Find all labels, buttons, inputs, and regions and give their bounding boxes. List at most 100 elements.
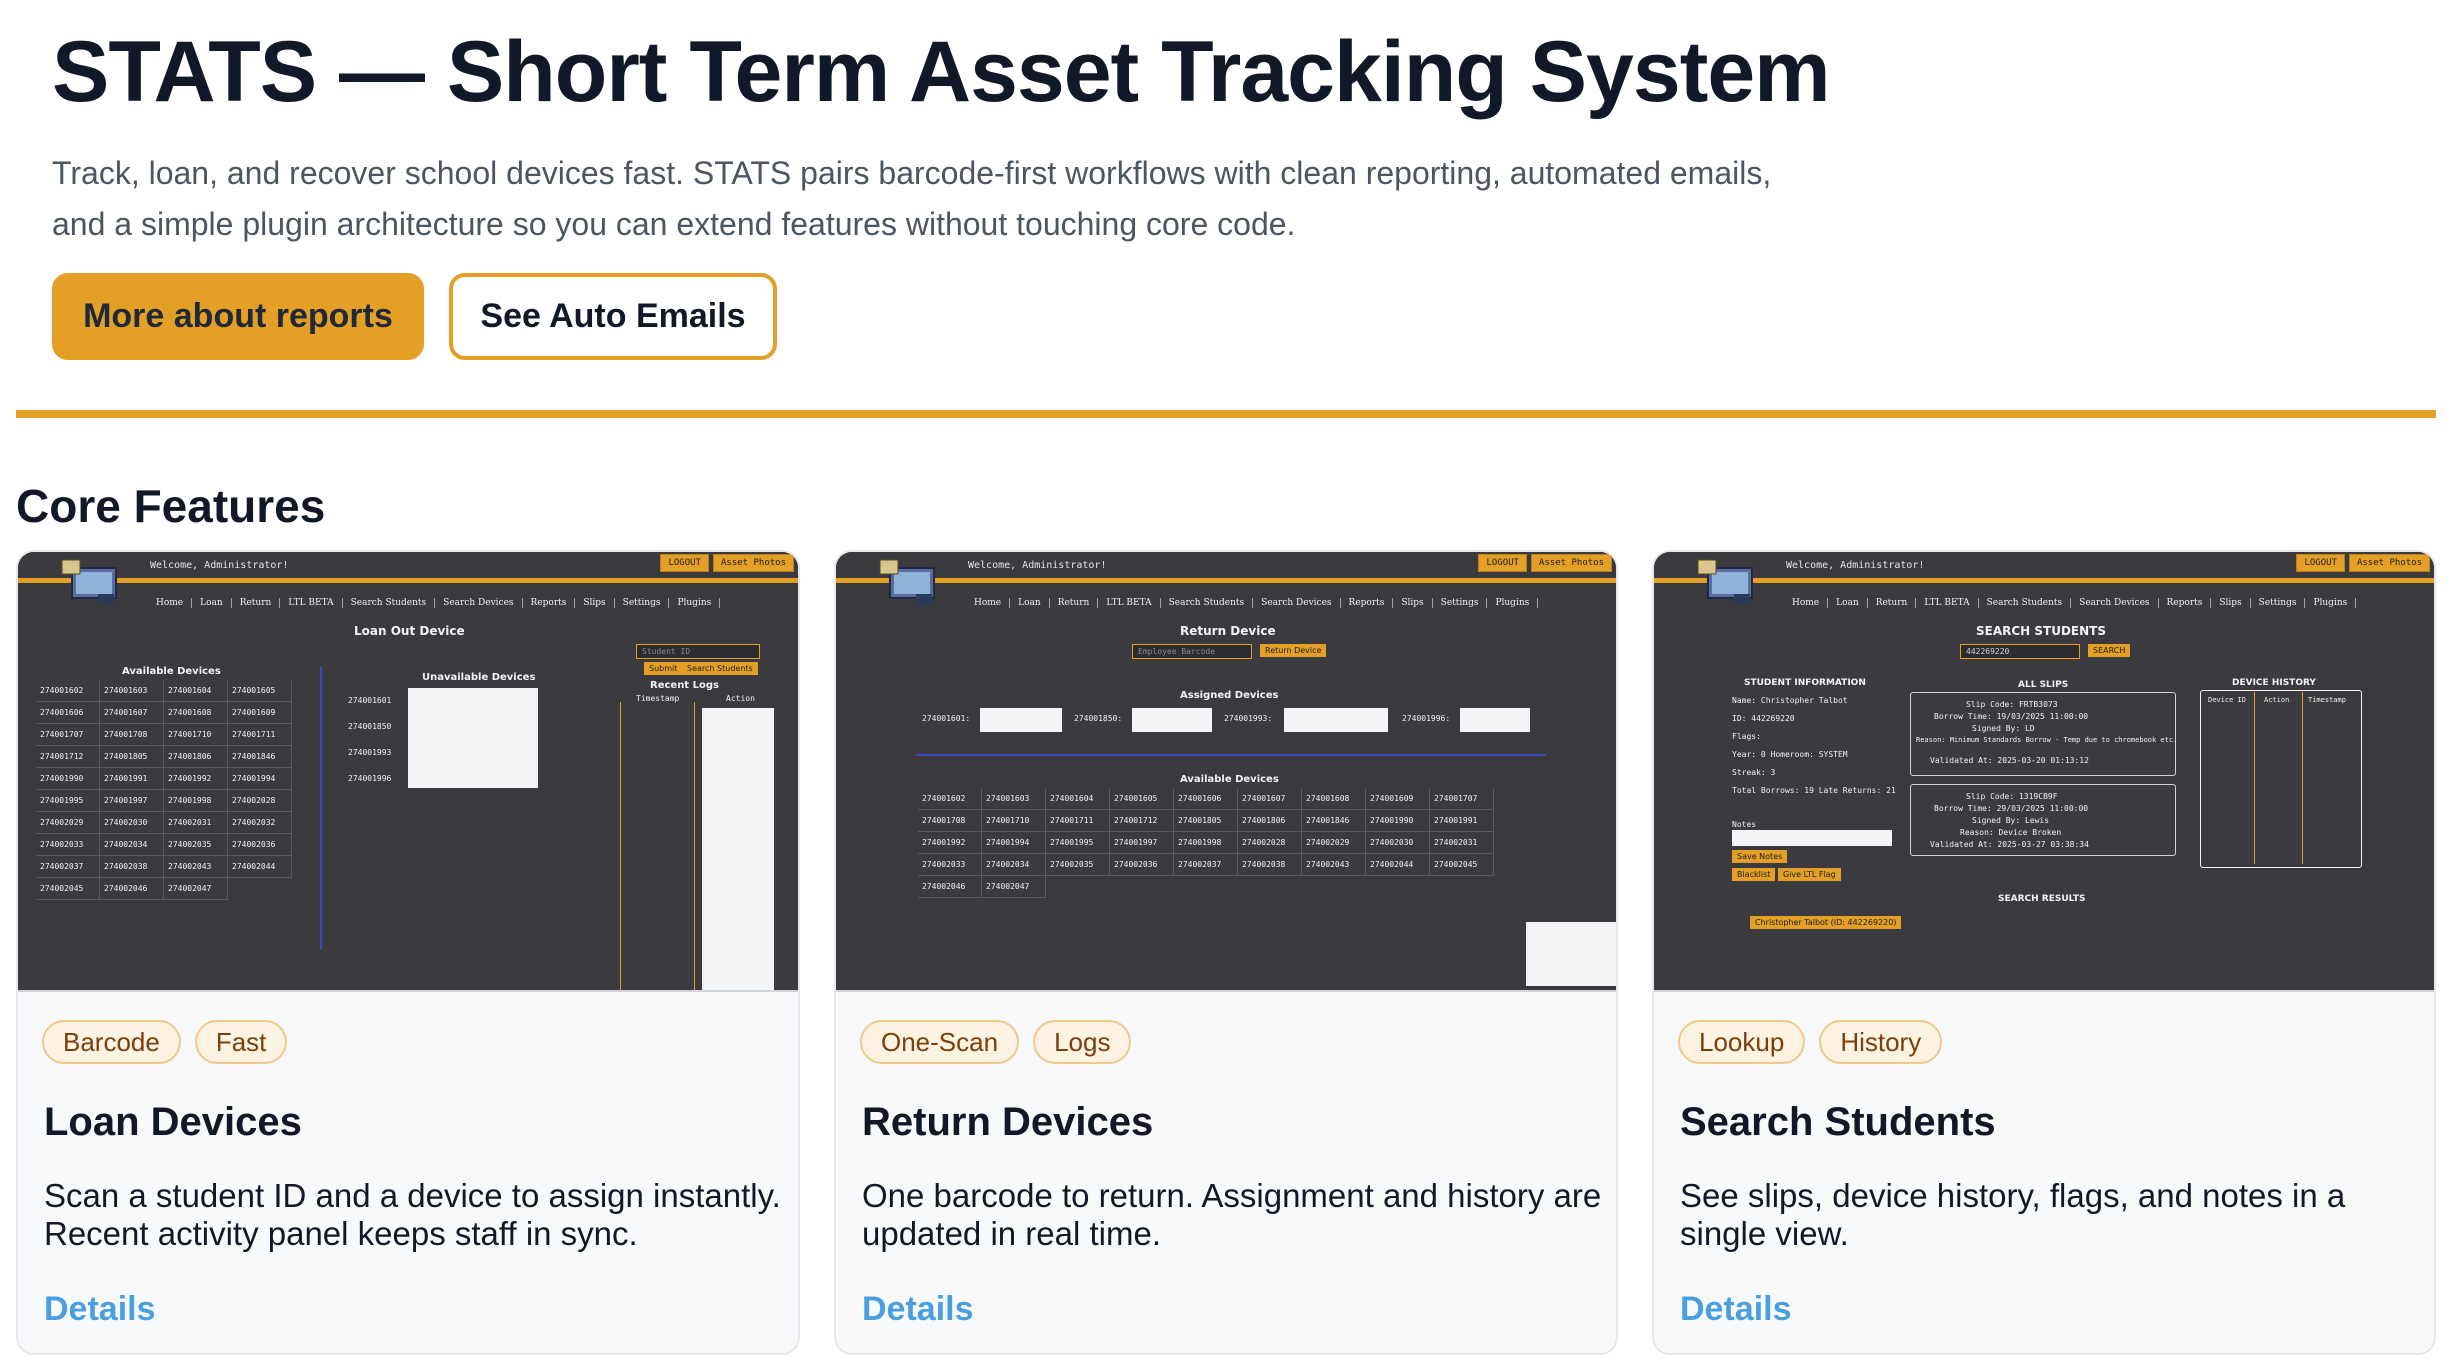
device-cell[interactable]: 274001608 xyxy=(164,702,228,724)
device-cell[interactable]: 274002033 xyxy=(36,834,100,856)
device-cell[interactable]: 274002044 xyxy=(228,856,292,878)
device-cell[interactable]: 274002028 xyxy=(1238,832,1302,854)
device-cell[interactable]: 274001711 xyxy=(228,724,292,746)
device-cell[interactable]: 274002043 xyxy=(164,856,228,878)
device-cell[interactable]: 274002035 xyxy=(1046,854,1110,876)
device-cell[interactable]: 274001994 xyxy=(982,832,1046,854)
nav-item[interactable]: Settings xyxy=(615,598,670,608)
device-cell[interactable]: 274002034 xyxy=(100,834,164,856)
device-cell[interactable]: 274001992 xyxy=(164,768,228,790)
device-cell[interactable]: 274001609 xyxy=(228,702,292,724)
student-id-input[interactable]: Student ID xyxy=(636,644,760,659)
device-cell[interactable]: 274001805 xyxy=(1174,810,1238,832)
nav-item[interactable]: Plugins xyxy=(669,598,721,608)
device-cell[interactable]: 274001708 xyxy=(100,724,164,746)
device-cell[interactable]: 274001602 xyxy=(918,788,982,810)
return-device-button[interactable]: Return Device xyxy=(1260,644,1327,657)
nav-item[interactable]: Return xyxy=(232,598,281,608)
device-cell[interactable]: 274002037 xyxy=(36,856,100,878)
details-link[interactable]: Details xyxy=(862,1287,974,1331)
device-cell[interactable]: 274002030 xyxy=(100,812,164,834)
logout-button[interactable]: LOGOUT xyxy=(2296,554,2345,572)
device-cell[interactable]: 274002029 xyxy=(1302,832,1366,854)
device-cell[interactable]: 274002046 xyxy=(918,876,982,898)
nav-item[interactable]: Search Students xyxy=(343,598,436,608)
nav-item[interactable]: Settings xyxy=(1433,598,1488,608)
device-cell[interactable]: 274001846 xyxy=(1302,810,1366,832)
nav-item[interactable]: Search Students xyxy=(1161,598,1254,608)
device-cell[interactable]: 274001707 xyxy=(1430,788,1494,810)
nav-item[interactable]: Slips xyxy=(575,598,615,608)
nav-item[interactable]: Search Students xyxy=(1979,598,2072,608)
barcode-input[interactable]: Employee Barcode xyxy=(1132,644,1252,659)
device-cell[interactable]: 274002030 xyxy=(1366,832,1430,854)
device-cell[interactable]: 274002038 xyxy=(1238,854,1302,876)
device-cell[interactable]: 274001998 xyxy=(164,790,228,812)
nav-item[interactable]: Loan xyxy=(1010,598,1050,608)
asset-photos-button[interactable]: Asset Photos xyxy=(2348,554,2430,572)
device-cell[interactable]: 274001607 xyxy=(100,702,164,724)
device-cell[interactable]: 274002036 xyxy=(228,834,292,856)
device-cell[interactable]: 274001995 xyxy=(36,790,100,812)
asset-photos-button[interactable]: Asset Photos xyxy=(712,554,794,572)
nav-item[interactable]: Search Devices xyxy=(1253,598,1341,608)
notes-textarea[interactable] xyxy=(1732,830,1892,846)
device-cell[interactable]: 274001707 xyxy=(36,724,100,746)
search-input[interactable]: 442269220 xyxy=(1960,644,2080,659)
device-cell[interactable]: 274001711 xyxy=(1046,810,1110,832)
more-about-reports-button[interactable]: More about reports xyxy=(52,273,424,360)
device-cell[interactable]: 274001806 xyxy=(1238,810,1302,832)
device-cell[interactable]: 274002037 xyxy=(1174,854,1238,876)
nav-item[interactable]: LTL BETA xyxy=(280,598,343,608)
device-cell[interactable]: 274001604 xyxy=(164,680,228,702)
device-cell[interactable]: 274002045 xyxy=(1430,854,1494,876)
nav-item[interactable]: Reports xyxy=(523,598,576,608)
device-cell[interactable]: 274002033 xyxy=(918,854,982,876)
nav-item[interactable]: Slips xyxy=(1393,598,1433,608)
device-cell[interactable]: 274002044 xyxy=(1366,854,1430,876)
device-cell[interactable]: 274002046 xyxy=(100,878,164,900)
nav-item[interactable]: Plugins xyxy=(1487,598,1539,608)
device-cell[interactable]: 274001710 xyxy=(982,810,1046,832)
nav-item[interactable]: Home xyxy=(148,598,193,608)
nav-item[interactable]: Search Devices xyxy=(435,598,523,608)
details-link[interactable]: Details xyxy=(1680,1287,1792,1331)
device-cell[interactable]: 274001708 xyxy=(918,810,982,832)
logout-button[interactable]: LOGOUT xyxy=(1478,554,1527,572)
device-cell[interactable]: 274001712 xyxy=(36,746,100,768)
device-cell[interactable]: 274001806 xyxy=(164,746,228,768)
device-cell[interactable]: 274001805 xyxy=(100,746,164,768)
device-cell[interactable]: 274002034 xyxy=(982,854,1046,876)
device-cell[interactable]: 274001997 xyxy=(100,790,164,812)
device-cell[interactable]: 274001995 xyxy=(1046,832,1110,854)
nav-item[interactable]: LTL BETA xyxy=(1098,598,1161,608)
device-cell[interactable]: 274001603 xyxy=(100,680,164,702)
device-cell[interactable]: 274002031 xyxy=(164,812,228,834)
device-cell[interactable]: 274001992 xyxy=(918,832,982,854)
nav-item[interactable]: Loan xyxy=(192,598,232,608)
nav-item[interactable]: Reports xyxy=(2159,598,2212,608)
device-cell[interactable]: 274002032 xyxy=(228,812,292,834)
device-cell[interactable]: 274002029 xyxy=(36,812,100,834)
device-cell[interactable]: 274002047 xyxy=(164,878,228,900)
nav-item[interactable]: Return xyxy=(1868,598,1917,608)
nav-item[interactable]: Settings xyxy=(2251,598,2306,608)
details-link[interactable]: Details xyxy=(44,1287,156,1331)
device-cell[interactable]: 274001990 xyxy=(36,768,100,790)
device-cell[interactable]: 274001998 xyxy=(1174,832,1238,854)
device-cell[interactable]: 274002036 xyxy=(1110,854,1174,876)
device-cell[interactable]: 274001606 xyxy=(36,702,100,724)
device-cell[interactable]: 274002031 xyxy=(1430,832,1494,854)
device-cell[interactable]: 274002043 xyxy=(1302,854,1366,876)
asset-photos-button[interactable]: Asset Photos xyxy=(1530,554,1612,572)
device-cell[interactable]: 274001605 xyxy=(1110,788,1174,810)
device-cell[interactable]: 274001604 xyxy=(1046,788,1110,810)
nav-item[interactable]: Loan xyxy=(1828,598,1868,608)
blacklist-button[interactable]: Blacklist xyxy=(1732,868,1776,881)
device-cell[interactable]: 274001994 xyxy=(228,768,292,790)
nav-item[interactable]: Home xyxy=(966,598,1011,608)
device-cell[interactable]: 274002028 xyxy=(228,790,292,812)
device-cell[interactable]: 274001991 xyxy=(100,768,164,790)
nav-item[interactable]: LTL BETA xyxy=(1916,598,1979,608)
nav-item[interactable]: Home xyxy=(1784,598,1829,608)
